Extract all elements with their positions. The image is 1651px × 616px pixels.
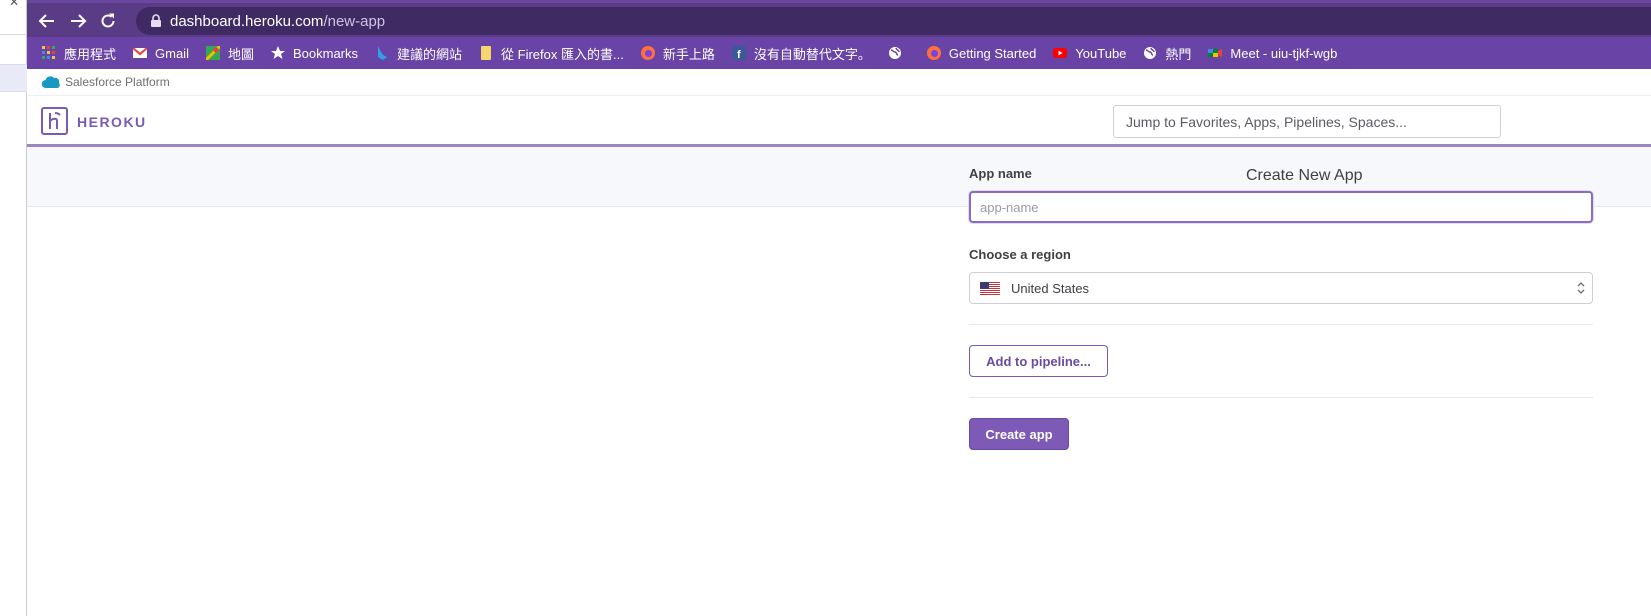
address-bar[interactable]: dashboard.heroku.com/new-app (136, 7, 1651, 35)
us-flag-icon (980, 281, 1000, 295)
arrow-right-icon (71, 14, 87, 28)
bookmark-label: Bookmarks (292, 45, 359, 61)
reload-button[interactable] (97, 10, 119, 32)
globe-icon (887, 45, 903, 61)
bookmark-label: Meet - uiu-tjkf-wgb (1230, 45, 1338, 61)
gmail-icon (132, 45, 148, 61)
url-text: dashboard.heroku.com/new-app (170, 13, 385, 30)
bookmark-label: 地圖 (227, 46, 254, 62)
chevron-up-down-icon (1577, 282, 1585, 294)
bookmark-bookmarks[interactable]: Bookmarks (270, 45, 358, 61)
url-host: dashboard.heroku.com (170, 13, 324, 30)
neighbor-window-strip: ✕ (0, 0, 27, 616)
salesforce-label[interactable]: Salesforce Platform (65, 75, 170, 89)
browser-toolbar: dashboard.heroku.com/new-app (27, 0, 1651, 37)
heroku-logo[interactable] (41, 107, 68, 135)
folder-icon (478, 45, 494, 61)
bookmark-firefox-import[interactable]: 從 Firefox 匯入的書... (478, 44, 624, 63)
create-app-button[interactable]: Create app (969, 418, 1069, 450)
lock-icon (151, 14, 161, 27)
close-icon[interactable]: ✕ (9, 0, 19, 8)
bookmark-suggested-sites[interactable]: 建議的網站 (374, 44, 462, 63)
add-to-pipeline-button[interactable]: Add to pipeline... (969, 345, 1108, 377)
divider (0, 34, 27, 35)
browser-chrome: dashboard.heroku.com/new-app 應用程式 Gmail … (27, 0, 1651, 69)
bookmark-label: 熱門 (1165, 46, 1192, 62)
bookmark-meet[interactable]: Meet - uiu-tjkf-wgb (1207, 45, 1337, 61)
selected-row[interactable] (0, 64, 27, 92)
url-path: /new-app (323, 13, 386, 30)
heroku-logo-icon (48, 112, 61, 129)
maps-icon (205, 45, 221, 61)
create-app-form: App name Choose a region United States A… (969, 166, 1593, 450)
bookmark-label: 從 Firefox 匯入的書... (501, 46, 624, 62)
svg-text:f: f (737, 49, 741, 60)
facebook-icon: f (731, 45, 747, 61)
region-label: Choose a region (969, 247, 1071, 262)
bookmark-getting-started-zh[interactable]: 新手上路 (640, 44, 715, 63)
bookmark-label: 應用程式 (64, 46, 117, 62)
bookmark-getting-started[interactable]: Getting Started (926, 45, 1036, 61)
bookmark-globe[interactable] (887, 45, 910, 61)
bookmark-label: 沒有自動替代文字。 (753, 46, 871, 62)
bookmark-popular[interactable]: 熱門 (1142, 44, 1191, 63)
heroku-header: HEROKU (27, 96, 1651, 147)
bookmark-facebook[interactable]: f 沒有自動替代文字。 (731, 44, 871, 63)
app-name-label: App name (969, 166, 1032, 181)
firefox-icon (640, 45, 656, 61)
star-icon (270, 45, 286, 61)
reload-icon (101, 13, 115, 28)
meet-icon (1207, 45, 1223, 61)
globe-icon (1142, 45, 1158, 61)
forward-button[interactable] (67, 10, 89, 32)
youtube-icon (1052, 45, 1068, 61)
bookmark-gmail[interactable]: Gmail (132, 45, 189, 61)
firefox-icon (926, 45, 942, 61)
region-value: United States (1011, 280, 1090, 296)
arrow-left-icon (38, 14, 54, 28)
bookmark-apps[interactable]: 應用程式 (41, 44, 116, 63)
back-button[interactable] (36, 10, 58, 32)
salesforce-cloud-icon (41, 76, 60, 89)
jump-search-input[interactable] (1113, 105, 1501, 138)
bookmark-label: Gmail (155, 45, 189, 61)
salesforce-bar: Salesforce Platform (27, 69, 1651, 96)
bookmark-youtube[interactable]: YouTube (1052, 45, 1126, 61)
heroku-logo-text[interactable]: HEROKU (77, 114, 147, 130)
bookmarks-bar: 應用程式 Gmail 地圖 Bookmarks 建議的網站 從 Firefox … (27, 37, 1651, 69)
bookmark-label: 建議的網站 (397, 46, 463, 62)
bookmark-label: 新手上路 (662, 46, 715, 62)
bookmark-maps[interactable]: 地圖 (205, 44, 254, 63)
region-select[interactable]: United States (969, 272, 1593, 304)
app-name-input[interactable] (969, 191, 1593, 223)
apps-grid-icon (41, 45, 57, 61)
bing-icon (374, 45, 390, 61)
bookmark-label: Getting Started (948, 45, 1037, 61)
divider (969, 324, 1593, 325)
divider (969, 397, 1593, 398)
bookmark-label: YouTube (1075, 45, 1127, 61)
